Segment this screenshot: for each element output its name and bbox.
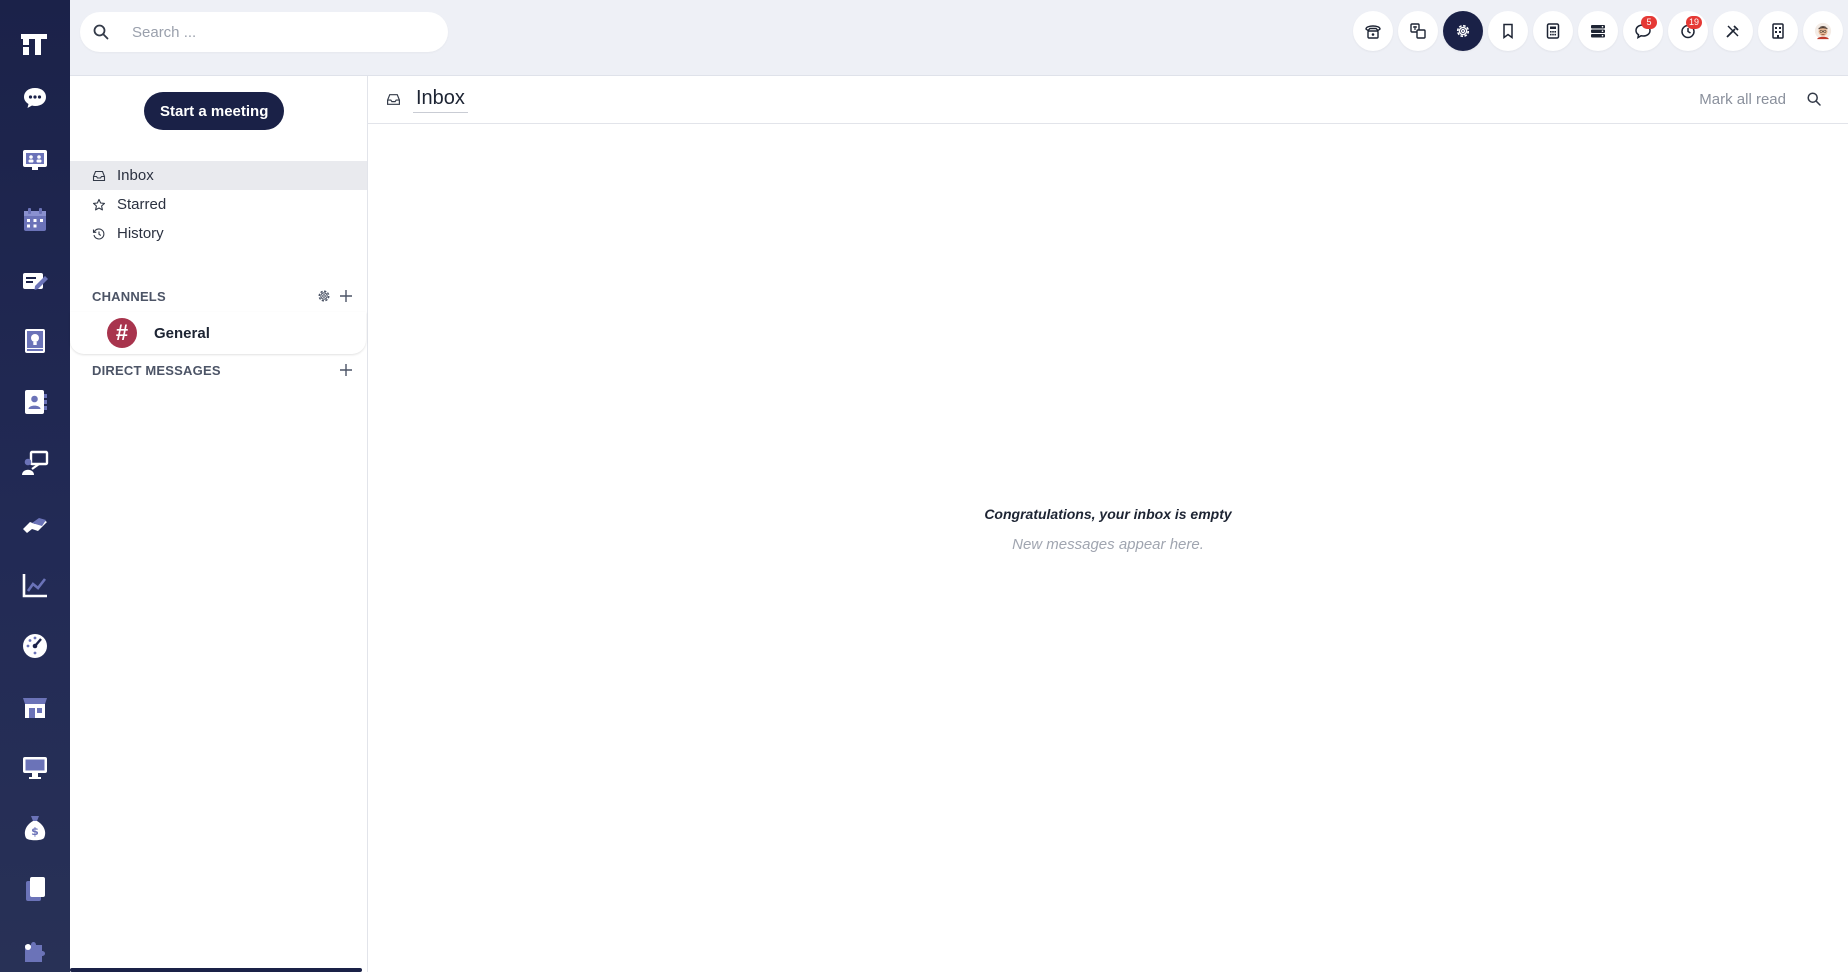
history-icon — [92, 227, 105, 240]
tools-icon — [1726, 25, 1739, 38]
rail-team-board[interactable] — [13, 137, 57, 181]
dashboard-gauge-icon — [23, 633, 47, 658]
contacts-icon — [25, 390, 47, 415]
rail-analytics[interactable] — [13, 563, 57, 607]
global-search[interactable] — [80, 12, 448, 52]
app-window: $ Search ... 5 19 Start a meeting Inbox … — [0, 0, 1848, 972]
empty-state-title: Congratulations, your inbox is empty — [984, 506, 1232, 522]
documents-icon — [26, 877, 45, 902]
calendar-icon — [24, 207, 46, 231]
inbox-panel: Inbox Mark all read Congratulations, you… — [368, 76, 1848, 972]
rail-calendar[interactable] — [13, 198, 57, 242]
empty-state-subtitle: New messages appear here. — [1012, 536, 1204, 553]
company-button[interactable] — [1758, 11, 1798, 51]
inbox-icon — [92, 170, 106, 181]
app-logo[interactable] — [17, 26, 53, 62]
add-dm-plus-icon[interactable] — [338, 362, 354, 378]
phone-icon — [1365, 25, 1381, 39]
svg-text:$: $ — [31, 825, 39, 838]
rail-contacts[interactable] — [13, 380, 57, 424]
add-channel-plus-icon[interactable] — [338, 288, 354, 304]
channel-settings-gear-icon[interactable] — [316, 288, 332, 304]
channels-header: CHANNELS — [92, 288, 354, 304]
nav-starred-label: Starred — [117, 196, 167, 213]
nav-inbox[interactable]: Inbox — [70, 161, 367, 190]
start-meeting-button[interactable]: Start a meeting — [144, 92, 285, 130]
avatar-icon — [1814, 22, 1832, 40]
empty-state: Congratulations, your inbox is empty New… — [368, 506, 1848, 553]
rail-finance[interactable]: $ — [13, 806, 57, 850]
activity-badge: 19 — [1685, 16, 1702, 29]
inbox-icon — [387, 94, 400, 105]
activity-button[interactable]: 19 — [1668, 11, 1708, 51]
calculator-icon — [1546, 23, 1560, 39]
inbox-header: Inbox Mark all read — [368, 76, 1848, 124]
notes-icon — [23, 272, 48, 290]
rail-monitor[interactable] — [13, 745, 57, 789]
chat-bubble-icon — [24, 87, 46, 108]
bookmarks-button[interactable] — [1488, 11, 1528, 51]
rail-presenter[interactable] — [13, 441, 57, 485]
page-title: Inbox — [413, 87, 468, 113]
rail-chat[interactable] — [13, 76, 57, 120]
mailbox-nav: Inbox Starred History — [70, 161, 367, 248]
top-icon-bar: 5 19 — [1353, 11, 1848, 51]
money-bag-icon: $ — [24, 816, 46, 841]
monitor-icon — [23, 757, 47, 780]
rail-dashboard[interactable] — [13, 624, 57, 668]
rail-shop[interactable] — [13, 685, 57, 729]
direct-messages-header: DIRECT MESSAGES — [92, 362, 354, 378]
messages-badge: 5 — [1641, 16, 1657, 29]
translate-icon — [1410, 23, 1426, 39]
handshake-icon — [23, 517, 47, 533]
chart-icon — [22, 573, 47, 598]
rail-knowledge[interactable] — [13, 319, 57, 363]
mark-all-read-button[interactable]: Mark all read — [1699, 91, 1786, 108]
rail-notes[interactable] — [13, 259, 57, 303]
servers-button[interactable] — [1578, 11, 1618, 51]
channel-name: General — [154, 324, 210, 342]
knowledge-icon — [25, 329, 45, 354]
logo-icon — [21, 34, 47, 55]
channels-heading: CHANNELS — [92, 288, 166, 304]
user-avatar[interactable] — [1803, 11, 1843, 51]
app-rail: $ — [0, 0, 70, 972]
channel-hash-icon: # — [107, 318, 137, 348]
gear-icon — [1456, 24, 1470, 38]
rail-plugins[interactable] — [13, 928, 57, 972]
settings-button[interactable] — [1443, 11, 1483, 51]
star-icon — [92, 198, 106, 210]
nav-starred[interactable]: Starred — [70, 190, 367, 219]
team-board-icon — [23, 149, 47, 170]
chat-sidebar: Start a meeting Inbox Starred History CH… — [70, 76, 368, 972]
nav-history[interactable]: History — [70, 219, 367, 248]
tools-button[interactable] — [1713, 11, 1753, 51]
rail-deals[interactable] — [13, 502, 57, 546]
sidebar-scroll-bar[interactable] — [70, 968, 362, 972]
presenter-icon — [22, 450, 49, 476]
channel-general[interactable]: # General — [70, 312, 366, 354]
server-stack-icon — [1591, 25, 1605, 38]
messages-button[interactable]: 5 — [1623, 11, 1663, 51]
phone-button[interactable] — [1353, 11, 1393, 51]
search-icon — [93, 24, 109, 40]
direct-messages-heading: DIRECT MESSAGES — [92, 362, 221, 378]
search-input[interactable] — [132, 23, 422, 41]
top-bar: 5 19 — [70, 0, 1848, 76]
nav-inbox-label: Inbox — [117, 167, 154, 184]
calculator-button[interactable] — [1533, 11, 1573, 51]
puzzle-icon — [25, 941, 45, 962]
search-messages-icon[interactable] — [1806, 91, 1822, 107]
bookmark-icon — [1503, 23, 1513, 39]
shop-icon — [23, 697, 47, 718]
translate-button[interactable] — [1398, 11, 1438, 51]
rail-documents[interactable] — [13, 867, 57, 911]
nav-history-label: History — [117, 225, 164, 242]
building-icon — [1772, 23, 1784, 39]
